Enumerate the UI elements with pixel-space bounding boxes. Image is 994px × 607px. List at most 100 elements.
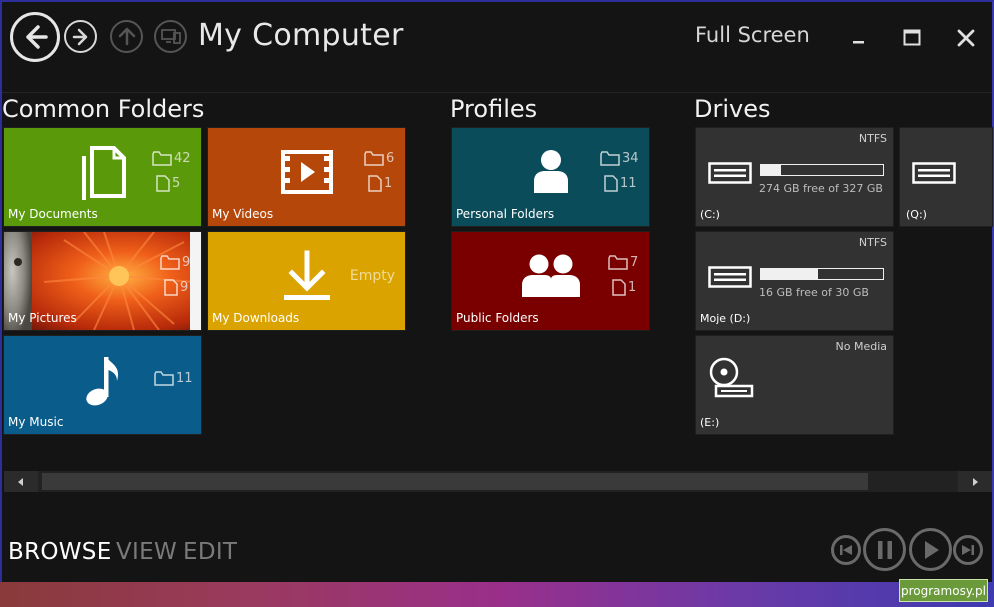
drive-usage-bar — [760, 268, 884, 280]
tile-my-documents[interactable]: 42 5 My Documents — [3, 127, 202, 227]
folder-count: 11 — [154, 371, 193, 386]
pause-button[interactable] — [863, 528, 906, 571]
documents-icon — [76, 144, 130, 200]
tile-label: My Documents — [8, 207, 98, 221]
file-count: 11 — [604, 175, 637, 192]
hard-drive-icon — [708, 266, 752, 288]
section-title-drives: Drives — [694, 95, 771, 123]
file-icon — [156, 175, 170, 192]
close-button[interactable] — [952, 24, 980, 52]
tile-public-folders[interactable]: 7 1 Public Folders — [451, 231, 650, 331]
drive-usage-bar — [760, 164, 884, 176]
drive-media-status: No Media — [835, 340, 888, 353]
file-count-value: 9 — [180, 280, 189, 295]
folder-count: 6 — [364, 151, 394, 166]
drive-e[interactable]: No Media (E:) — [695, 335, 894, 435]
scroll-thumb[interactable] — [42, 473, 868, 490]
tile-label: My Downloads — [212, 311, 300, 325]
tab-view[interactable]: VIEW — [116, 539, 177, 565]
play-icon — [924, 540, 939, 559]
music-note-icon — [76, 352, 130, 408]
minimize-icon — [853, 41, 864, 44]
file-count-value: 1 — [384, 176, 393, 191]
accent-strip — [0, 582, 994, 607]
tab-edit[interactable]: EDIT — [183, 539, 237, 565]
computer-button[interactable] — [154, 20, 187, 53]
minimize-button[interactable] — [845, 24, 873, 52]
folder-icon — [600, 151, 620, 166]
window-title: My Computer — [198, 18, 404, 53]
hard-drive-icon — [708, 162, 752, 184]
monitor-icon — [160, 28, 181, 44]
file-count: 1 — [368, 175, 392, 192]
drive-free-space: 274 GB free of 327 GB — [759, 182, 883, 195]
play-button[interactable] — [909, 528, 952, 571]
arrow-up-icon — [118, 27, 135, 45]
folder-icon — [154, 371, 174, 386]
skip-next-button[interactable] — [953, 535, 983, 565]
forward-button[interactable] — [64, 20, 97, 53]
empty-label: Empty — [349, 268, 395, 284]
drive-usage-fill — [761, 269, 819, 279]
arrow-right-icon — [72, 28, 87, 45]
file-count: 5 — [156, 175, 180, 192]
maximize-icon — [903, 29, 921, 46]
drive-q[interactable]: (Q:) — [899, 127, 993, 227]
file-count-value: 5 — [172, 176, 181, 191]
folder-icon — [608, 255, 628, 270]
file-icon — [612, 279, 626, 296]
header-divider — [2, 92, 992, 93]
folder-count-value: 6 — [386, 151, 395, 166]
folder-count-value: 7 — [630, 255, 639, 270]
app-window: My Computer Full Screen Common Folders P… — [0, 0, 994, 607]
folder-icon — [160, 255, 180, 270]
file-count-value: 1 — [628, 280, 637, 295]
folder-icon — [364, 151, 384, 166]
film-icon — [280, 144, 334, 200]
users-icon — [520, 248, 582, 304]
tab-browse[interactable]: BROWSE — [8, 539, 112, 565]
skip-next-icon — [962, 545, 974, 555]
horizontal-scrollbar[interactable] — [4, 471, 992, 492]
tile-my-music[interactable]: 11 My Music — [3, 335, 202, 435]
full-screen-button[interactable]: Full Screen — [695, 23, 810, 47]
drive-d[interactable]: NTFS 16 GB free of 30 GB Moje (D:) — [695, 231, 894, 331]
folder-icon — [152, 151, 172, 166]
caret-right-icon — [973, 477, 978, 486]
file-icon — [604, 175, 618, 192]
drive-label: (Q:) — [906, 208, 927, 221]
file-count: 1 — [612, 279, 636, 296]
section-title-common-folders: Common Folders — [2, 95, 205, 123]
hard-drive-icon — [912, 162, 956, 184]
scroll-left-button[interactable] — [4, 471, 38, 492]
close-icon — [957, 29, 975, 47]
maximize-button[interactable] — [898, 24, 926, 52]
file-count-value: 11 — [620, 176, 637, 191]
back-button[interactable] — [10, 12, 60, 62]
drive-label: Moje (D:) — [700, 312, 751, 325]
tile-my-downloads[interactable]: Empty My Downloads — [207, 231, 406, 331]
file-count: 9 — [164, 279, 188, 296]
scroll-right-button[interactable] — [958, 471, 992, 492]
drive-filesystem: NTFS — [858, 132, 887, 145]
tile-my-pictures[interactable]: 9 9 My Pictures — [3, 231, 202, 331]
drive-usage-fill — [761, 165, 781, 175]
title-bar: My Computer Full Screen — [2, 2, 992, 76]
file-icon — [164, 279, 178, 296]
tile-label: My Pictures — [8, 311, 77, 325]
drive-label: (C:) — [700, 208, 720, 221]
tile-my-videos[interactable]: 6 1 My Videos — [207, 127, 406, 227]
folder-count-value: 11 — [176, 371, 193, 386]
tile-label: My Videos — [212, 207, 274, 221]
skip-previous-button[interactable] — [831, 535, 861, 565]
tile-label: Personal Folders — [456, 207, 555, 221]
drive-c[interactable]: NTFS 274 GB free of 327 GB (C:) — [695, 127, 894, 227]
up-button[interactable] — [110, 20, 143, 53]
file-icon — [368, 175, 382, 192]
folder-count-value: 42 — [174, 151, 191, 166]
tile-label: Public Folders — [456, 311, 539, 325]
tile-personal-folders[interactable]: 34 11 Personal Folders — [451, 127, 650, 227]
section-title-profiles: Profiles — [450, 95, 538, 123]
caret-left-icon — [18, 477, 23, 486]
drive-filesystem: NTFS — [858, 236, 887, 249]
